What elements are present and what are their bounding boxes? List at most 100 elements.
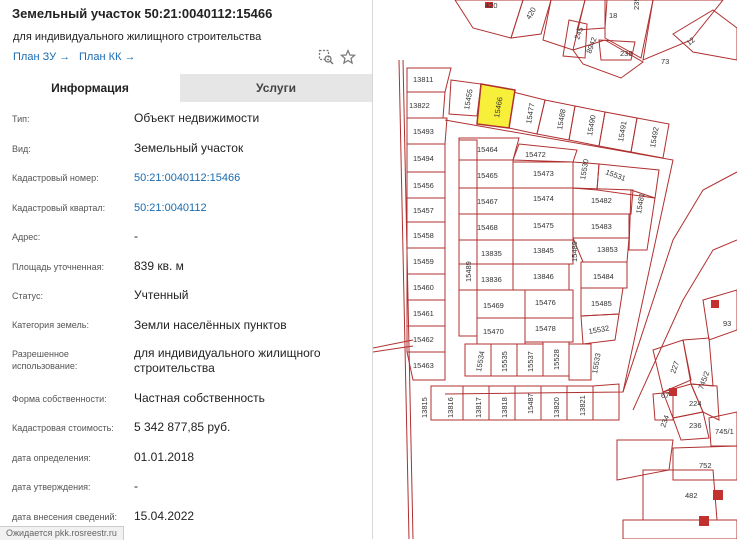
- plot-label: 420: [524, 6, 538, 21]
- page-title: Земельный участок 50:21:0040112:15466: [12, 6, 273, 21]
- plot-label: 15478: [535, 324, 556, 333]
- plot-label: 15475: [533, 221, 554, 230]
- zoom-to-object-icon[interactable]: [318, 49, 334, 65]
- plot-label: 15485: [591, 299, 612, 308]
- land-category-label: Категория земель:: [12, 320, 89, 330]
- plot-label: 15530: [578, 158, 590, 180]
- cadastral-value-label: Кадастровая стоимость:: [12, 423, 114, 433]
- plot-label: 752: [699, 461, 712, 470]
- plot-label: 15535: [500, 351, 509, 372]
- plot-label: 15476: [535, 298, 556, 307]
- area-label: Площадь уточненная:: [12, 262, 104, 272]
- plot-label: 13835: [481, 249, 502, 258]
- map-canvas[interactable]: 420 420 18 239 245 8942 238 73 12 13811 …: [373, 0, 737, 539]
- permitted-use-value: для индивидуального жилищного строительс…: [134, 346, 321, 375]
- plot-label: 15465: [477, 171, 498, 180]
- plot-label: 73: [661, 57, 669, 66]
- approval-date-value: -: [134, 479, 138, 493]
- plot-label: 15463: [413, 361, 434, 370]
- plot-label: 15537: [526, 351, 535, 372]
- cadastral-quarter-link[interactable]: 50:21:0040112: [134, 201, 364, 216]
- plot-label: 15492: [648, 126, 660, 148]
- entry-date-label: дата внесения сведений:: [12, 512, 117, 522]
- plan-zu-link[interactable]: План ЗУ →: [13, 51, 70, 63]
- plot-label: 15459: [413, 257, 434, 266]
- plot-label: 13822: [409, 101, 430, 110]
- plot-label: 13815: [420, 397, 429, 418]
- plot-label: 15473: [533, 169, 554, 178]
- plot-labels: 420 420 18 239 245 8942 238 73 12 13811 …: [409, 0, 734, 500]
- plot-label: 420: [485, 1, 498, 10]
- plot-label: 93: [723, 319, 731, 328]
- status-label: Статус:: [12, 291, 43, 301]
- plot-label: 745/2: [696, 370, 711, 391]
- plot-label: 15490: [585, 114, 597, 136]
- plot-label: 13845: [533, 246, 554, 255]
- land-category-value: Земли населённых пунктов: [134, 318, 287, 332]
- plot-label: 13816: [446, 397, 455, 418]
- kind-label: Вид:: [12, 144, 31, 154]
- plot-label: 245: [572, 26, 585, 41]
- plan-kk-link[interactable]: План КК →: [79, 51, 135, 63]
- determination-date-label: дата определения:: [12, 453, 91, 463]
- plot-label: 15532: [588, 323, 610, 335]
- page-subtitle: для индивидуального жилищного строительс…: [13, 31, 262, 43]
- status-bar: Ожидается pkk.rosreestr.ru: [0, 526, 124, 540]
- plot-label: 15468: [477, 223, 498, 232]
- cadastral-number-link[interactable]: 50:21:0040112:15466: [134, 171, 364, 186]
- plot-label: 15488: [555, 108, 567, 130]
- plot-label: 15462: [413, 335, 434, 344]
- plot-label: 13836: [481, 275, 502, 284]
- plot-label: 15482: [591, 196, 612, 205]
- plot-label: 15493: [413, 127, 434, 136]
- tab-services[interactable]: Услуги: [180, 74, 372, 102]
- plot-label: 15477: [524, 102, 536, 124]
- plot-label: 15484: [593, 272, 614, 281]
- tab-information[interactable]: Информация: [0, 74, 180, 102]
- plot-label: 15487: [526, 393, 535, 414]
- cadastral-quarter-label: Кадастровый квартал:: [12, 203, 106, 213]
- plot-label: 15489: [570, 241, 579, 262]
- plot-label: 13820: [552, 397, 561, 418]
- area-value: 839 кв. м: [134, 259, 184, 273]
- plot-label: 236: [689, 421, 702, 430]
- type-value: Объект недвижимости: [134, 111, 260, 125]
- plot-label: 224: [689, 399, 702, 408]
- plot-label: 15458: [413, 231, 434, 240]
- favorite-star-icon[interactable]: [340, 49, 356, 65]
- plot-label: 239: [632, 0, 641, 10]
- cadastral-number-label: Кадастровый номер:: [12, 173, 99, 183]
- plot-label: 15467: [477, 197, 498, 206]
- permitted-use-label: Разрешенное использование:: [12, 349, 78, 371]
- plot-label: 15455: [462, 88, 474, 110]
- cadastral-map[interactable]: 420 420 18 239 245 8942 238 73 12 13811 …: [373, 0, 737, 539]
- plot-label: 15534: [474, 350, 486, 372]
- tab-bar: Информация Услуги: [0, 74, 372, 102]
- entry-date-value: 15.04.2022: [134, 509, 195, 523]
- plot-label: 13818: [500, 397, 509, 418]
- plot-label: 15456: [413, 181, 434, 190]
- plot-label: 15469: [483, 301, 504, 310]
- plot-label: 13821: [578, 395, 587, 416]
- plot-label: 15474: [533, 194, 554, 203]
- plot-label: 13853: [597, 245, 618, 254]
- plot-label: 238: [620, 49, 633, 58]
- approval-date-label: дата утверждения:: [12, 482, 91, 492]
- plot-label: 15489: [464, 261, 473, 282]
- ownership-form-value: Частная собственность: [134, 391, 265, 405]
- plot-label: 15461: [413, 309, 434, 318]
- plot-label: 15457: [413, 206, 434, 215]
- plot-label: 15494: [413, 154, 434, 163]
- plot-label: 15470: [483, 327, 504, 336]
- plot-label: 15528: [552, 349, 561, 370]
- status-value: Учтенный: [134, 288, 189, 302]
- address-label: Адрес:: [12, 232, 41, 242]
- plot-label: 482: [685, 491, 698, 500]
- plot-label: 15491: [616, 120, 628, 142]
- plot-label: 234: [658, 414, 671, 429]
- kind-value: Земельный участок: [134, 141, 244, 155]
- plot-label: 13811: [413, 75, 433, 84]
- plot-label: 15531: [604, 167, 627, 183]
- determination-date-value: 01.01.2018: [134, 450, 195, 464]
- plot-label: 227: [668, 360, 681, 375]
